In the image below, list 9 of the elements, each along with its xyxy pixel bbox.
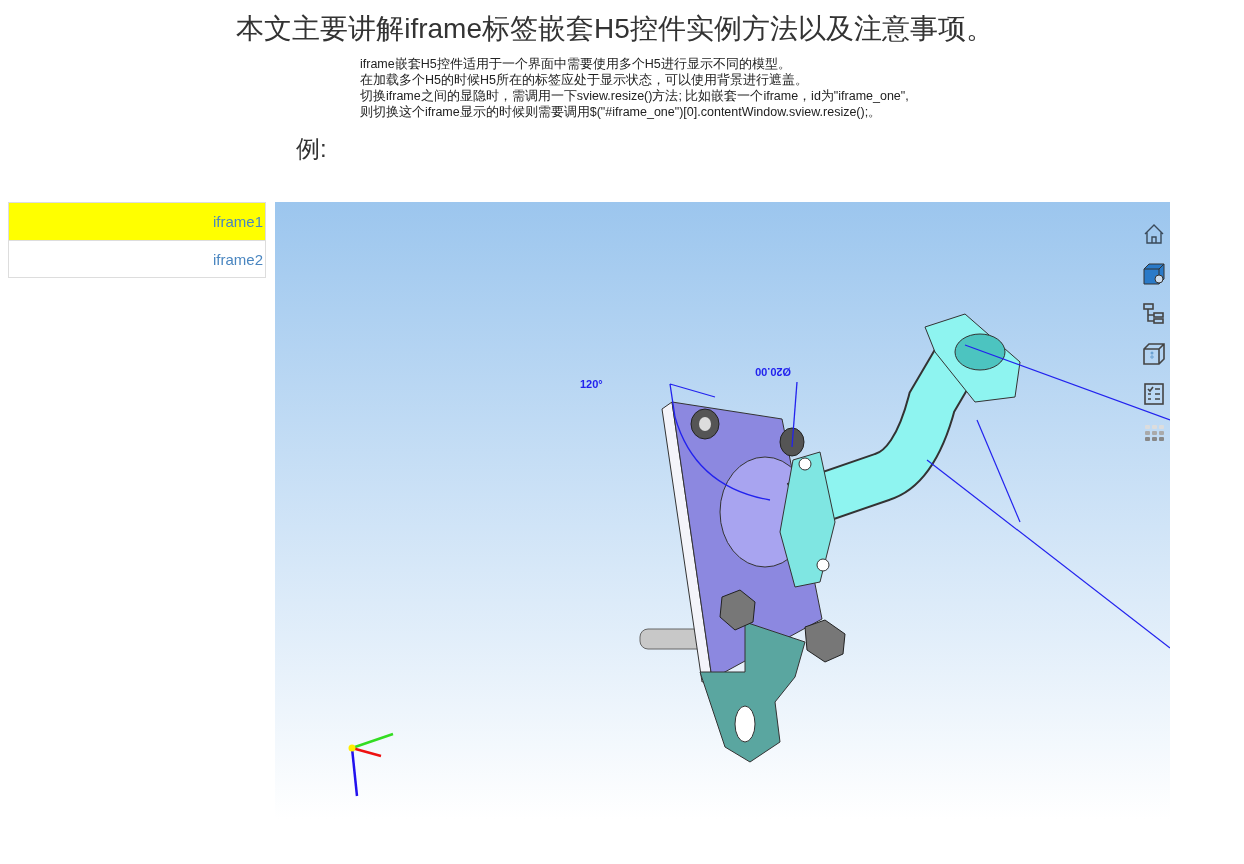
intro-text: iframe嵌套H5控件适用于一个界面中需要使用多个H5进行显示不同的模型。: [360, 56, 792, 72]
angle-label: 120°: [580, 378, 603, 390]
example-label: 例:: [296, 134, 328, 164]
diameter-label: Ø20.00: [755, 366, 792, 378]
intro-text: 切换iframe之间的显隐时，需调用一下sview.resize()方法; 比如嵌套一个iframe，id为"iframe_one",: [360, 88, 910, 104]
page-title: 本文主要讲解iframe标签嵌套H5控件实例方法以及注意事项。: [235, 12, 995, 46]
intro-text: 则切换这个iframe显示的时候则需要调用$("#iframe_one")[0].contentWindow.sview.resize();。: [360, 104, 883, 120]
intro-text: 在加载多个H5的时候H5所在的标签应处于显示状态，可以使用背景进行遮盖。: [360, 72, 809, 88]
tab[interactable]: iframe1: [9, 203, 265, 240]
